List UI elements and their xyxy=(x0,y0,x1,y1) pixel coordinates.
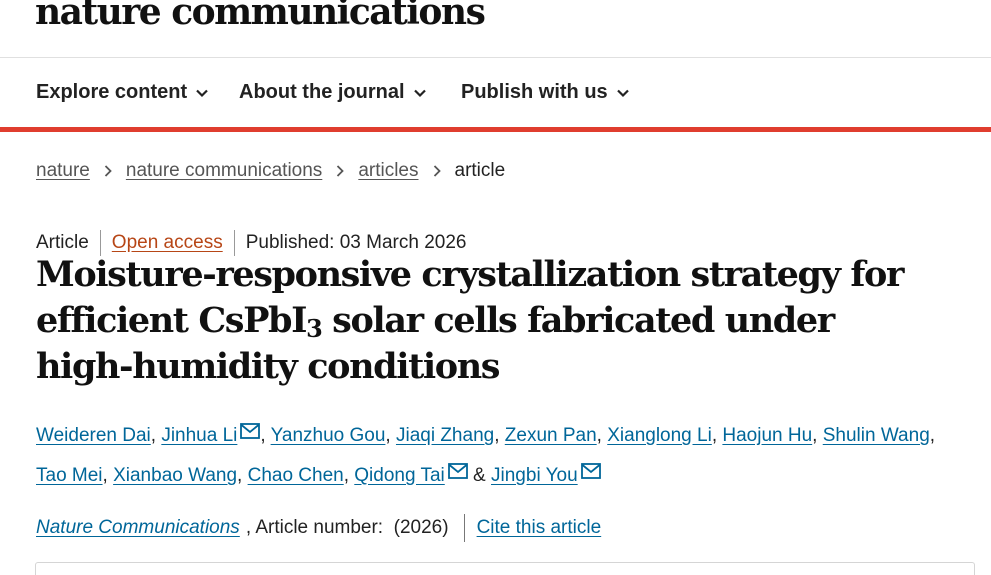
author-link[interactable]: Zexun Pan xyxy=(505,425,597,446)
citation-line: Nature Communications , Article number: … xyxy=(36,514,601,542)
nav-about-journal[interactable]: About the journal xyxy=(239,81,427,104)
article-title: Moisture-responsive crystallization stra… xyxy=(36,252,936,390)
author-list: Weideren Dai, Jinhua Li, Yanzhuo Gou, Ji… xyxy=(36,423,936,486)
chevron-down-icon xyxy=(616,89,629,97)
breadcrumb-nature[interactable]: nature xyxy=(36,160,90,182)
author-link[interactable]: Chao Chen xyxy=(248,465,344,486)
breadcrumb-nature-communications[interactable]: nature communications xyxy=(126,160,322,182)
open-access-link[interactable]: Open access xyxy=(112,232,223,254)
author-link[interactable]: Shulin Wang xyxy=(823,425,930,446)
breadcrumb: nature nature communications articles ar… xyxy=(36,160,505,182)
envelope-icon[interactable] xyxy=(240,423,261,439)
author-link[interactable]: Jiaqi Zhang xyxy=(396,425,494,446)
main-nav: Explore content About the journal Publis… xyxy=(0,59,991,127)
nav-item-label: About the journal xyxy=(239,81,405,103)
published-date: Published: 03 March 2026 xyxy=(245,232,467,253)
cite-this-article-link[interactable]: Cite this article xyxy=(477,517,602,539)
nav-item-label: Explore content xyxy=(36,81,188,103)
envelope-icon[interactable] xyxy=(447,463,468,479)
site-header: nature communications xyxy=(0,0,991,58)
chevron-right-icon xyxy=(104,165,112,177)
article-type: Article xyxy=(36,232,89,253)
cite-divider xyxy=(463,514,465,542)
author-link[interactable]: Jinhua Li xyxy=(161,425,237,446)
nav-accent-rule xyxy=(0,127,991,132)
journal-logo[interactable]: nature communications xyxy=(35,0,486,30)
author-link[interactable]: Haojun Hu xyxy=(722,425,812,446)
breadcrumb-current: article xyxy=(454,160,506,181)
chevron-right-icon xyxy=(433,165,441,177)
author-link[interactable]: Weideren Dai xyxy=(36,425,151,446)
nav-publish-with-us[interactable]: Publish with us xyxy=(461,81,630,104)
author-link[interactable]: Yanzhuo Gou xyxy=(271,425,386,446)
nav-item-label: Publish with us xyxy=(461,81,608,103)
nav-explore-content[interactable]: Explore content xyxy=(36,81,209,104)
author-link[interactable]: Qidong Tai xyxy=(354,465,445,486)
author-link[interactable]: Xianbao Wang xyxy=(113,465,237,486)
article-number: , Article number: (2026) xyxy=(245,517,449,538)
author-link[interactable]: Xianglong Li xyxy=(607,425,712,446)
journal-link[interactable]: Nature Communications xyxy=(36,517,240,539)
title-subscript: 3 xyxy=(306,314,323,343)
chevron-down-icon xyxy=(413,89,426,97)
author-link[interactable]: Tao Mei xyxy=(36,465,103,486)
content-box-edge xyxy=(35,562,975,575)
envelope-icon[interactable] xyxy=(580,463,601,479)
chevron-right-icon xyxy=(337,165,345,177)
breadcrumb-articles[interactable]: articles xyxy=(358,160,418,182)
author-link[interactable]: Jingbi You xyxy=(491,465,578,486)
chevron-down-icon xyxy=(196,89,208,97)
